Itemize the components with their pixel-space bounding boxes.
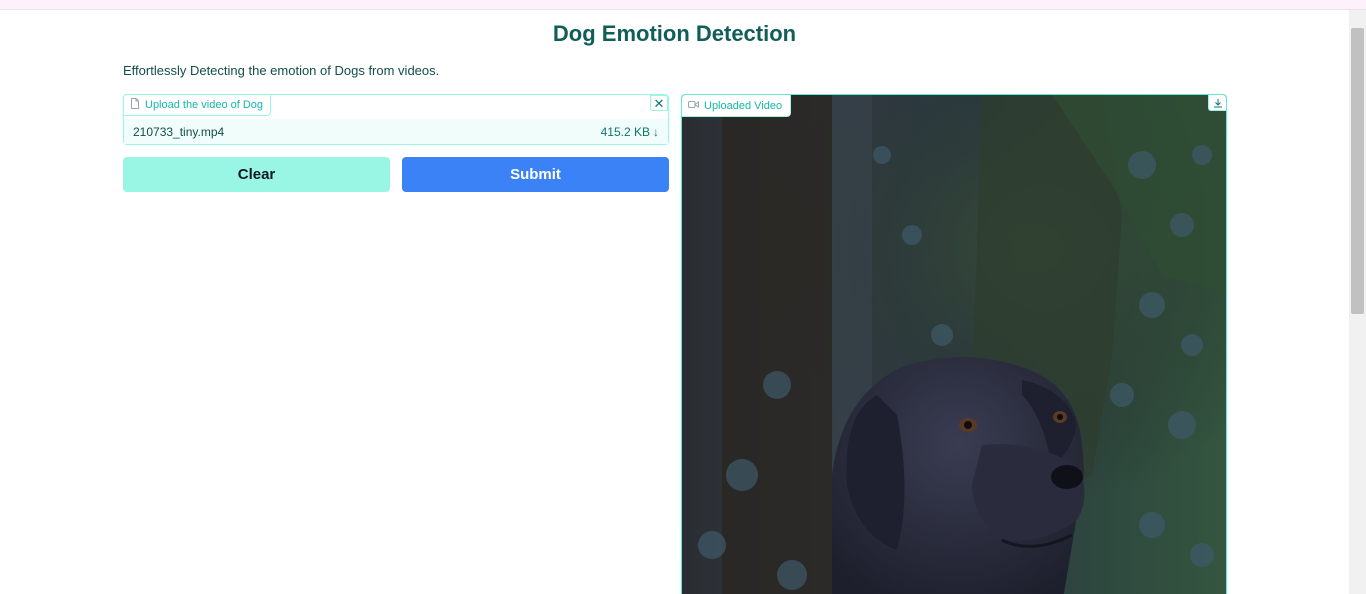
page-scrollbar[interactable] — [1349, 10, 1366, 594]
uploaded-video-panel[interactable]: Uploaded Video — [681, 94, 1227, 594]
upload-label-text: Upload the video of Dog — [145, 99, 264, 111]
file-name: 210733_tiny.mp4 — [133, 124, 225, 139]
file-icon — [130, 98, 140, 112]
video-camera-icon — [688, 100, 699, 112]
video-upload-box[interactable]: Upload the video of Dog ✕ 210733_tiny.mp… — [123, 94, 669, 145]
scrollbar-thumb[interactable] — [1351, 28, 1364, 314]
upload-label: Upload the video of Dog — [123, 94, 272, 116]
file-size-download[interactable]: 415.2 KB ↓ — [601, 125, 659, 139]
clear-button[interactable]: Clear — [123, 157, 390, 192]
close-icon[interactable]: ✕ — [650, 95, 668, 111]
file-size: 415.2 KB — [600, 124, 650, 139]
download-arrow-icon[interactable]: ↓ — [653, 125, 659, 139]
download-icon[interactable] — [1208, 95, 1226, 111]
video-frame-dog — [682, 95, 1226, 594]
submit-button[interactable]: Submit — [402, 157, 669, 192]
page-title: Dog Emotion Detection — [552, 21, 797, 46]
video-label-text: Uploaded Video — [704, 99, 783, 112]
browser-top-strip — [0, 0, 1366, 10]
page-description: Effortlessly Detecting the emotion of Do… — [123, 63, 440, 78]
uploaded-file-row: 210733_tiny.mp4 415.2 KB ↓ — [124, 119, 668, 144]
video-label: Uploaded Video — [682, 95, 792, 117]
dog — [832, 357, 1085, 594]
